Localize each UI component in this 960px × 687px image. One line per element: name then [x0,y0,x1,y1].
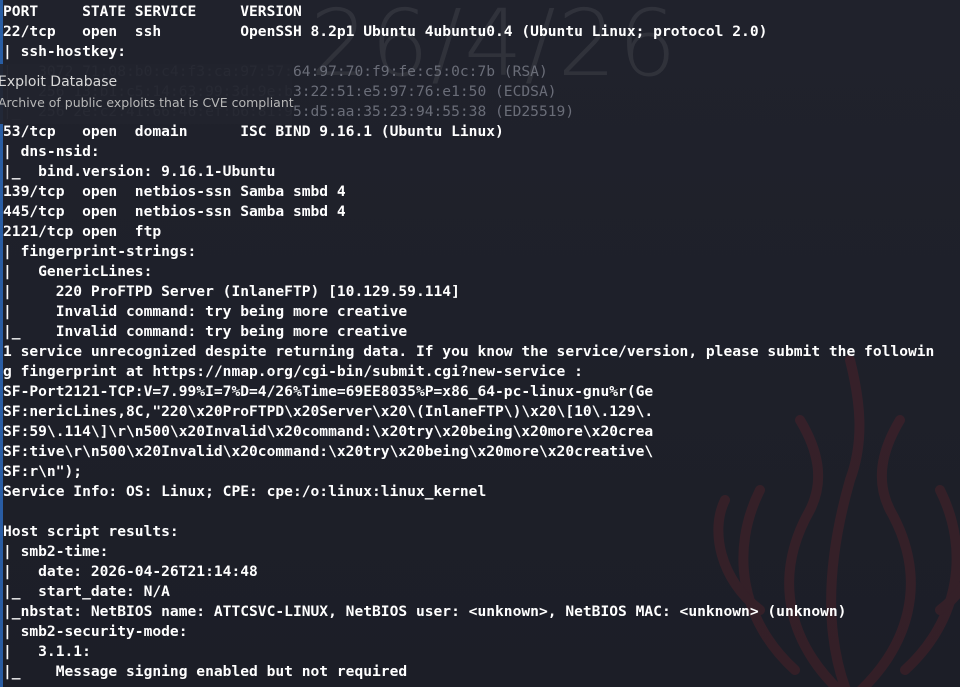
exploit-database-tooltip: Exploit Database Archive of public explo… [0,64,294,124]
output-line: | GenericLines: [3,263,153,280]
output-line: SF:nericLines,8C,"220\x20ProFTPD\x20Serv… [3,403,654,420]
output-line: SF:59\.114\]\r\n500\x20Invalid\x20comman… [3,423,654,440]
output-line: 1 service unrecognized despite returning… [3,343,935,360]
output-line: | 220 ProFTPD Server (InlaneFTP) [10.129… [3,283,460,300]
output-line: SF-Port2121-TCP:V=7.99%I=7%D=4/26%Time=6… [3,383,654,400]
output-line: 139/tcp open netbios-ssn Samba smbd 4 [3,183,346,200]
output-line: g fingerprint at https://nmap.org/cgi-bi… [3,363,583,380]
tooltip-subtitle: Archive of public exploits that is CVE c… [0,95,294,110]
output-line: | dns-nsid: [3,143,100,160]
output-line: | fingerprint-strings: [3,243,197,260]
output-line: | date: 2026-04-26T21:14:48 [3,563,258,580]
output-line: SF:r\n"); [3,463,83,480]
output-line: | ssh-hostkey: [3,43,127,60]
output-line: Host script results: [3,523,179,540]
output-line: | smb2-time: [3,543,109,560]
tooltip-title: Exploit Database [0,74,118,90]
output-line: PORT STATE SERVICE VERSION [3,3,302,20]
terminal-window[interactable]: 26/4/26 PORT STATE SERVICE VERSION 22/tc… [0,0,960,687]
output-line: |_ Invalid command: try being more creat… [3,323,408,340]
output-line: Service Info: OS: Linux; CPE: cpe:/o:lin… [3,483,487,500]
output-line: |_ start_date: N/A [3,583,170,600]
output-line: |_ bind.version: 9.16.1-Ubuntu [3,163,276,180]
output-line: 445/tcp open netbios-ssn Samba smbd 4 [3,203,346,220]
output-line: SF:tive\r\n500\x20Invalid\x20command:\x2… [3,443,654,460]
output-line: | Invalid command: try being more creati… [3,303,408,320]
output-line: | 3.1.1: [3,643,91,660]
output-line: 53/tcp open domain ISC BIND 9.16.1 (Ubun… [3,123,504,140]
output-line: | smb2-security-mode: [3,623,188,640]
output-line: |_nbstat: NetBIOS name: ATTCSVC-LINUX, N… [3,603,847,620]
output-line: 22/tcp open ssh OpenSSH 8.2p1 Ubuntu 4ub… [3,23,768,40]
output-line: |_ Message signing enabled but not requi… [3,663,408,680]
output-line: 2121/tcp open ftp [3,223,162,240]
